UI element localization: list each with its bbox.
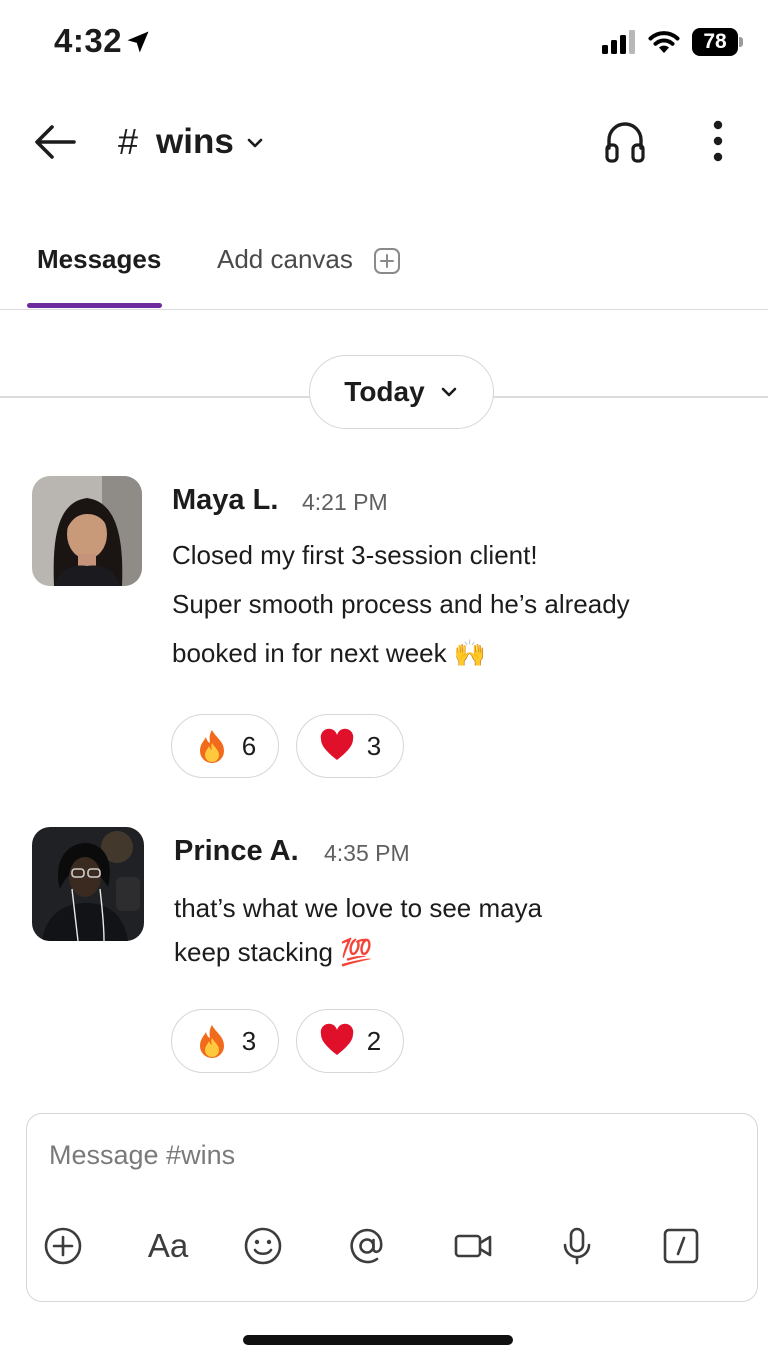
reaction-count: 3	[241, 1025, 257, 1056]
channel-name: wins	[156, 122, 234, 161]
smiley-icon	[244, 1227, 282, 1265]
message-input[interactable]	[49, 1140, 729, 1171]
battery-indicator: 78	[692, 28, 744, 56]
message-text-line: Closed my first 3-session client!	[172, 540, 538, 570]
wifi-icon	[648, 31, 680, 53]
channel-tabs: Messages Add canvas	[0, 230, 768, 310]
emoji-button[interactable]	[241, 1224, 285, 1268]
tab-messages[interactable]: Messages	[37, 244, 161, 275]
message-sender[interactable]: Prince A.	[174, 835, 299, 868]
reaction-fire[interactable]: 3	[171, 1009, 279, 1073]
video-clip-button[interactable]	[451, 1224, 495, 1268]
reaction-fire[interactable]: 6	[171, 714, 279, 778]
fire-emoji-icon	[199, 730, 224, 763]
message-item[interactable]: Prince A. 4:35 PM that’s what we love to…	[0, 827, 768, 1077]
red-heart-emoji-icon	[320, 728, 354, 760]
add-attachment-button[interactable]	[41, 1224, 85, 1268]
mention-button[interactable]	[345, 1224, 389, 1268]
avatar-photo	[32, 476, 142, 586]
channel-hash: #	[118, 121, 139, 162]
reaction-heart[interactable]: 3	[296, 714, 404, 778]
message-timestamp: 4:35 PM	[324, 840, 410, 866]
location-arrow-icon	[127, 31, 149, 53]
message-sender[interactable]: Maya L.	[172, 484, 278, 517]
home-indicator	[243, 1335, 513, 1345]
audio-clip-button[interactable]	[555, 1224, 599, 1268]
more-options-icon[interactable]	[700, 116, 736, 166]
date-divider-button[interactable]: Today	[309, 355, 494, 429]
channel-title-button[interactable]: # wins	[118, 118, 266, 166]
text-format-label: Aa	[147, 1227, 189, 1264]
reaction-count: 6	[241, 730, 257, 761]
reaction-count: 3	[366, 730, 382, 761]
avatar[interactable]	[32, 476, 142, 586]
date-divider-label: Today	[344, 376, 425, 407]
red-heart-emoji-icon	[320, 1023, 354, 1055]
slash-command-icon	[663, 1228, 699, 1264]
add-canvas-plus-icon[interactable]	[373, 247, 401, 275]
video-camera-icon	[454, 1234, 492, 1258]
avatar[interactable]	[32, 827, 144, 941]
chevron-down-icon	[247, 138, 263, 148]
status-time: 4:32	[54, 22, 123, 59]
message-text-line: booked in for next week 🙌	[172, 638, 487, 668]
active-tab-indicator	[27, 303, 162, 308]
fire-emoji-icon	[199, 1025, 224, 1058]
channel-header: # wins	[0, 100, 768, 184]
battery-level: 78	[703, 30, 727, 53]
back-arrow-icon[interactable]	[30, 120, 80, 164]
status-bar: 4:32 78	[0, 0, 768, 88]
tab-add-canvas[interactable]: Add canvas	[217, 244, 353, 275]
slash-command-button[interactable]	[659, 1224, 703, 1268]
message-text-line: that’s what we love to see maya	[174, 893, 543, 923]
message-item[interactable]: Maya L. 4:21 PM Closed my first 3-sessio…	[0, 476, 768, 786]
reaction-count: 2	[366, 1025, 382, 1056]
microphone-icon	[563, 1227, 591, 1265]
headphones-icon[interactable]	[603, 118, 647, 164]
chevron-down-icon	[441, 387, 456, 397]
plus-circle-icon	[44, 1227, 82, 1265]
message-text-line: keep stacking 💯	[174, 937, 373, 967]
text-format-button[interactable]: Aa	[143, 1224, 193, 1268]
avatar-photo	[32, 827, 144, 941]
message-composer: Aa	[26, 1113, 758, 1302]
message-text-line: Super smooth process and he’s already	[172, 589, 630, 619]
message-timestamp: 4:21 PM	[302, 489, 388, 515]
cellular-signal-icon	[602, 30, 635, 54]
reaction-heart[interactable]: 2	[296, 1009, 404, 1073]
at-sign-icon	[350, 1228, 383, 1264]
